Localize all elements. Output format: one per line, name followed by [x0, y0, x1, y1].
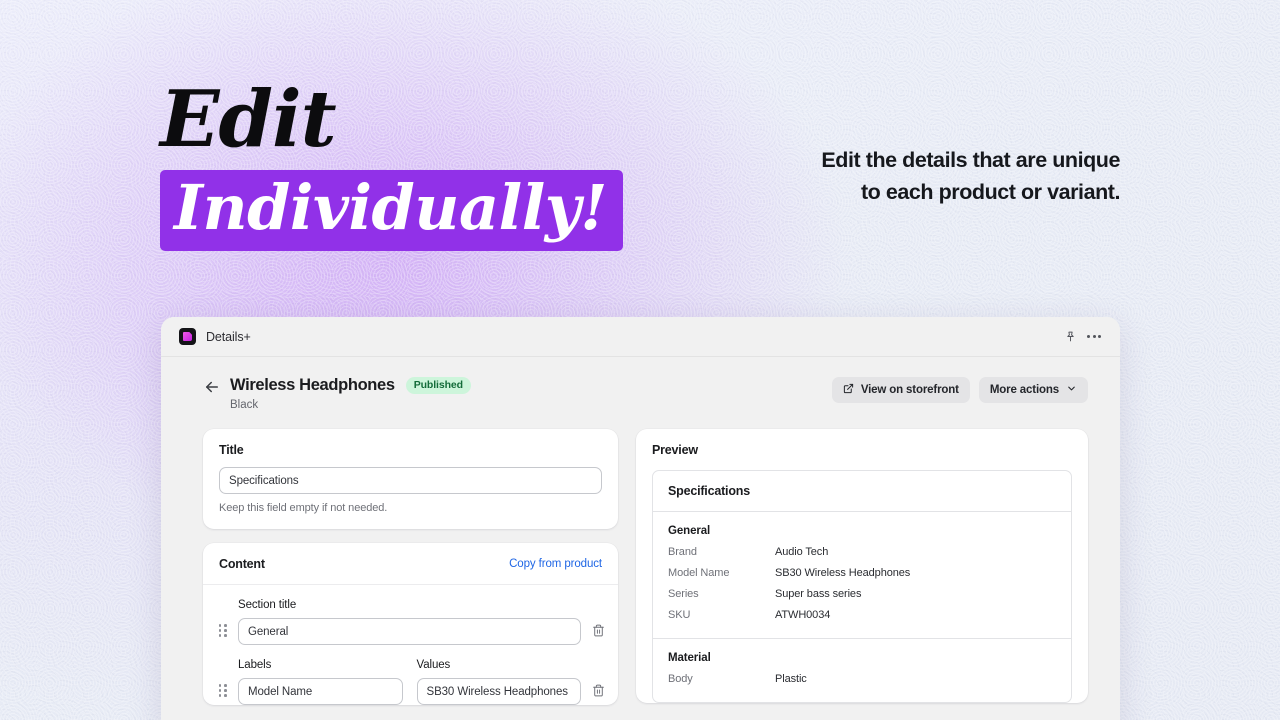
drag-handle-icon[interactable] [217, 617, 229, 644]
values-column-header: Values [416, 659, 451, 671]
product-variant-label: Black [230, 399, 259, 411]
spec-value: SB30 Wireless Headphones [775, 567, 911, 579]
header-actions: View on storefront More actions [831, 377, 1088, 403]
hero-headline-line1: Edit [160, 74, 337, 165]
content-card-title: Content [219, 557, 265, 571]
view-on-storefront-button[interactable]: View on storefront [831, 377, 970, 403]
preview-box: Specifications General Brand Audio Tech … [652, 470, 1072, 703]
section-title-input[interactable]: General [238, 618, 581, 645]
hero-subheading-line1: Edit the details that are unique [821, 148, 1120, 172]
preview-box-title: Specifications [653, 471, 1071, 512]
more-horizontal-icon[interactable] [1082, 325, 1106, 349]
spec-group: Material Body Plastic [653, 638, 1071, 702]
status-badge: Published [405, 376, 471, 395]
spec-value: ATWH0034 [775, 609, 831, 621]
spec-key: Series [668, 588, 699, 600]
copy-from-product-link[interactable]: Copy from product [509, 558, 602, 570]
window-titlebar: Details+ [161, 317, 1120, 357]
arrow-left-icon[interactable] [203, 378, 221, 396]
spec-value: Plastic [775, 673, 807, 685]
spec-key: SKU [668, 609, 691, 621]
title-field-label: Title [219, 443, 244, 457]
chevron-down-icon [1066, 383, 1077, 397]
spec-key: Model Name [668, 567, 730, 579]
hero-subheading-line2: to each product or variant. [860, 180, 1120, 205]
page-title: Wireless Headphones [230, 376, 395, 394]
title-input[interactable]: Specifications [219, 467, 602, 494]
hero-headline-line2: Individually! [174, 170, 608, 244]
spec-value: Super bass series [775, 588, 862, 600]
title-card: Title Specifications Keep this field emp… [203, 429, 618, 529]
view-on-storefront-label: View on storefront [860, 384, 959, 396]
pin-icon[interactable] [1058, 325, 1082, 349]
hero-headline: Edit Individually! [160, 74, 680, 251]
hero-subheading: Edit the details that are unique to each… [760, 144, 1120, 209]
spec-row: Brand Audio Tech [668, 546, 1056, 558]
app-name-label: Details+ [206, 329, 251, 344]
editor-column: Title Specifications Keep this field emp… [203, 429, 618, 719]
trash-icon[interactable] [590, 617, 606, 644]
product-header: Wireless Headphones Published Black View… [161, 357, 1120, 411]
label-input[interactable]: Model Name [238, 678, 403, 705]
spec-group-title: Material [668, 652, 711, 664]
spec-group: General Brand Audio Tech Model Name SB30… [653, 512, 1071, 638]
preview-column: Preview Specifications General Brand Aud… [636, 429, 1088, 717]
hero-headline-highlight: Individually! [160, 169, 624, 251]
app-window: Details+ Wireless Headphones Published B… [161, 317, 1120, 720]
more-actions-button[interactable]: More actions [978, 377, 1088, 403]
spec-row: Model Name SB30 Wireless Headphones [668, 567, 1056, 579]
value-input[interactable]: SB30 Wireless Headphones [416, 678, 581, 705]
app-logo-icon [179, 328, 196, 345]
main-columns: Title Specifications Keep this field emp… [161, 411, 1120, 719]
spec-row: SKU ATWH0034 [668, 609, 1056, 621]
spec-key: Body [668, 673, 693, 685]
content-card: Content Copy from product Section title … [203, 543, 618, 705]
spec-group-title: General [668, 525, 711, 537]
more-actions-label: More actions [989, 384, 1059, 396]
spec-row: Series Super bass series [668, 588, 1056, 600]
external-link-icon [843, 383, 854, 397]
spec-row: Body Plastic [668, 673, 1056, 685]
section-title-label: Section title [238, 599, 297, 611]
spec-key: Brand [668, 546, 697, 558]
drag-handle-icon[interactable] [217, 677, 229, 704]
preview-card: Preview Specifications General Brand Aud… [636, 429, 1088, 703]
trash-icon[interactable] [590, 677, 606, 704]
title-help-text: Keep this field empty if not needed. [219, 502, 388, 514]
section-title-block: Section title General [203, 585, 618, 645]
preview-heading: Preview [652, 443, 698, 457]
labels-values-block: Labels Model Name Values SB30 Wireless H… [203, 645, 618, 705]
spec-value: Audio Tech [775, 546, 829, 558]
labels-column-header: Labels [238, 659, 272, 671]
